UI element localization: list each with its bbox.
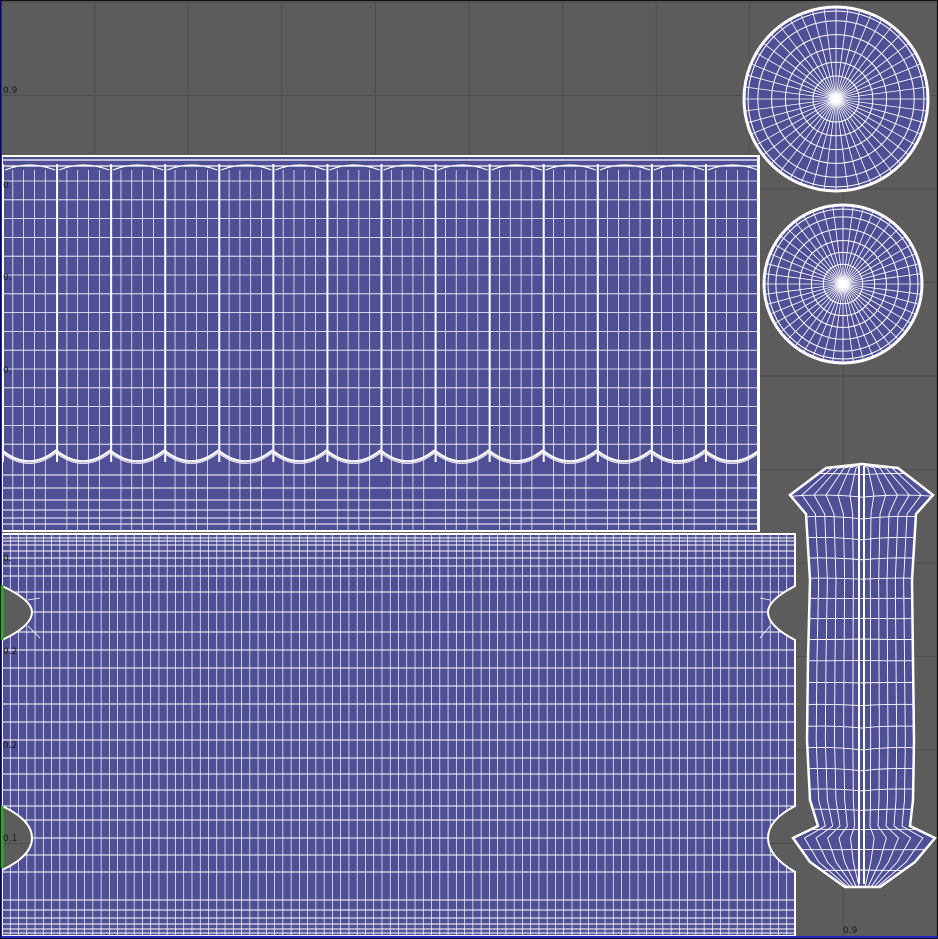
v-axis-tick-label: 0.: [3, 273, 12, 283]
uv-center-vertex: [840, 281, 846, 287]
v-axis-tick-label: 0.: [3, 554, 12, 564]
v-axis-tick-label: 0.1: [3, 834, 17, 844]
v-axis-tick-label: 0.: [3, 181, 12, 191]
v-axis-tick-label: 0.2: [3, 647, 17, 657]
uv-editor-viewport[interactable]: 0.9 0.9 0. 0. 0. 0. 0.2 0.2 0.1: [0, 0, 938, 939]
u-axis-label-right: 0.9: [843, 926, 858, 936]
uv-island-side-strip-upper[interactable]: [1, 155, 760, 532]
uv-center-vertex: [833, 96, 839, 102]
uv-island-side-strip-lower[interactable]: [1, 533, 796, 937]
uv-island-cap-small[interactable]: [762, 203, 924, 365]
v-axis-tick-label: 0.: [3, 366, 12, 376]
v-axis-tick-label: 0.2: [3, 741, 17, 751]
v-axis-label-top: 0.9: [3, 86, 18, 96]
uv-island-cap-large[interactable]: [742, 5, 930, 193]
